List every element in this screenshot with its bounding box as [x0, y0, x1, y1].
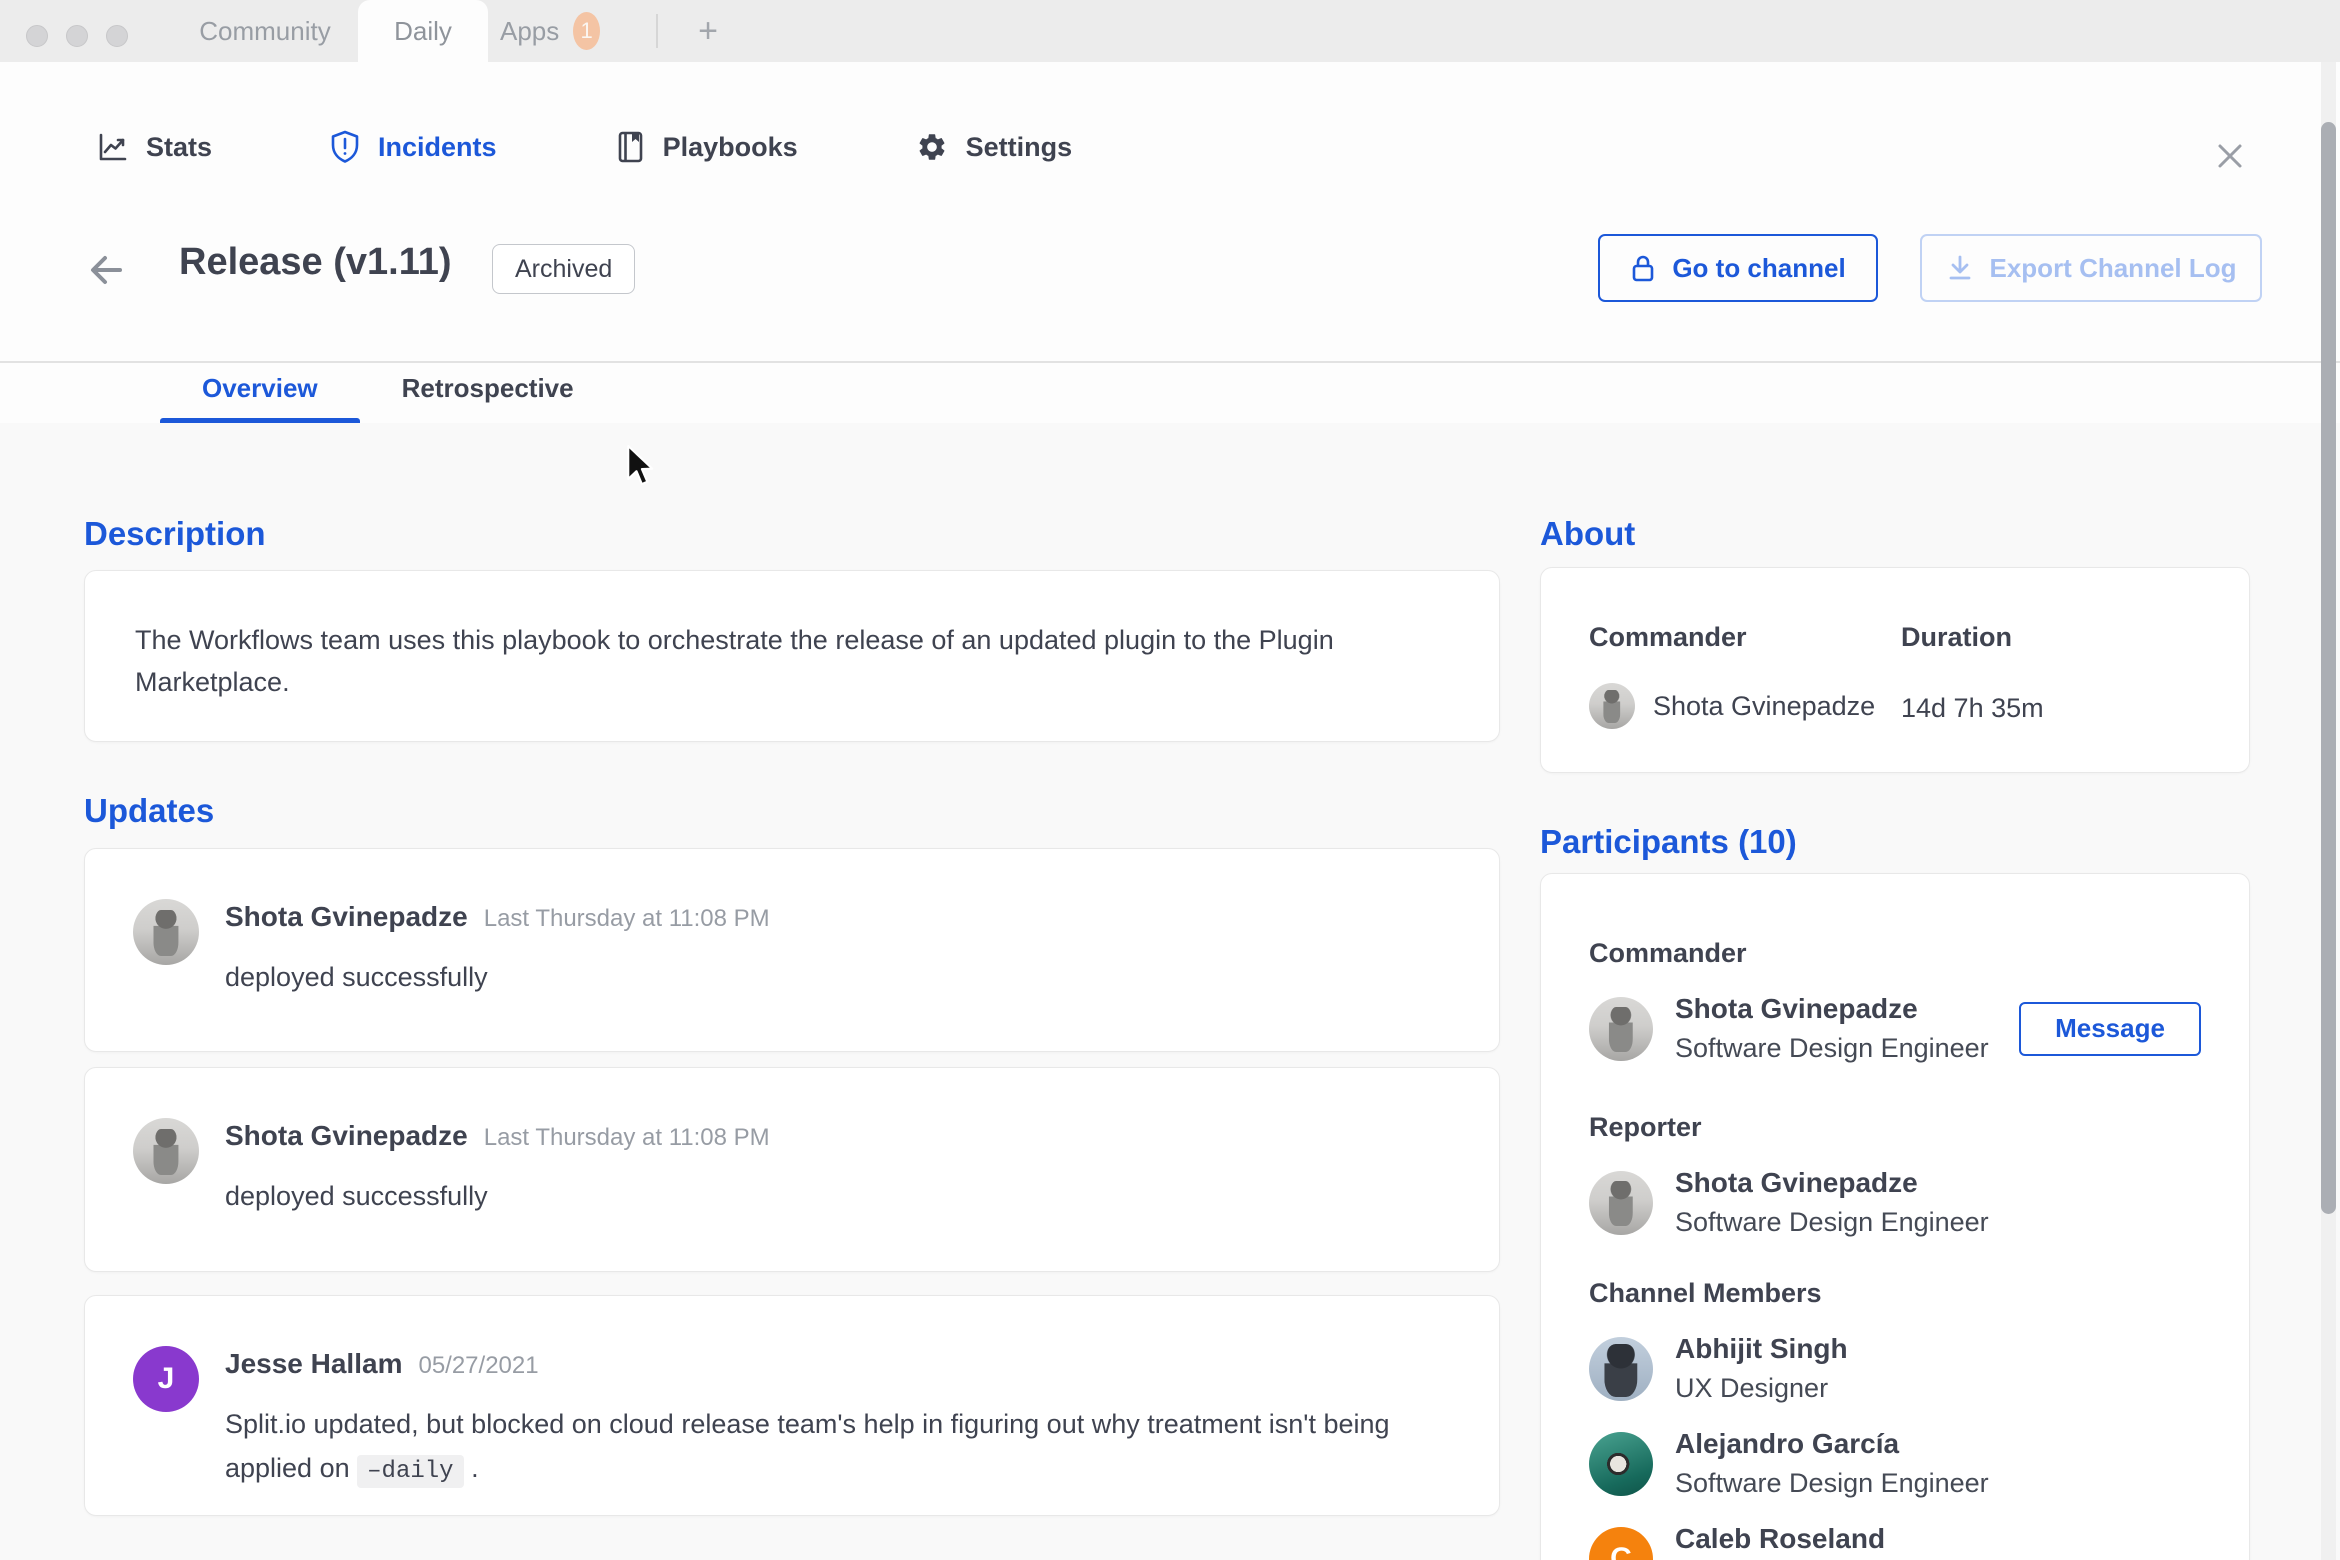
lock-icon: [1630, 253, 1656, 283]
participant-name: Alejandro García: [1675, 1428, 1900, 1459]
tab-retrospective[interactable]: Retrospective: [360, 345, 616, 423]
participant-name: Abhijit Singh: [1675, 1333, 1848, 1364]
window-zoom-light[interactable]: [106, 25, 128, 47]
commander-label: Commander: [1589, 622, 1747, 652]
participant-row: Abhijit Singh UX Designer: [1589, 1333, 2201, 1404]
nav-item-playbooks[interactable]: Playbooks: [615, 130, 798, 164]
duration-value: 14d 7h 35m: [1901, 693, 2044, 723]
inline-code: –daily: [357, 1455, 464, 1488]
avatar: [1589, 683, 1635, 729]
nav-incidents-label: Incidents: [378, 131, 497, 162]
page-title: Release (v1.11): [179, 241, 452, 283]
description-card: The Workflows team uses this playbook to…: [84, 570, 1500, 742]
channel-members-label: Channel Members: [1589, 1278, 1822, 1308]
update-message: Split.io updated, but blocked on cloud r…: [225, 1402, 1451, 1494]
window-minimize-light[interactable]: [66, 25, 88, 47]
update-author: Jesse Hallam: [225, 1348, 403, 1379]
update-card: Shota Gvinepadze Last Thursday at 11:08 …: [84, 1067, 1500, 1272]
nav-settings-label: Settings: [965, 131, 1073, 162]
nav-playbooks-label: Playbooks: [662, 131, 798, 162]
update-timestamp: Last Thursday at 11:08 PM: [483, 905, 770, 932]
participant-row: Alejandro García Software Design Enginee…: [1589, 1428, 2201, 1499]
duration-label: Duration: [1901, 622, 2012, 652]
avatar: [133, 899, 199, 965]
export-channel-log-button[interactable]: Export Channel Log: [1920, 234, 2262, 302]
participant-row: Shota Gvinepadze Software Design Enginee…: [1589, 1167, 2201, 1238]
about-card: Commander Shota Gvinepadze Duration 14d …: [1540, 567, 2250, 773]
main-nav: Stats Incidents Playbooks Settings: [96, 130, 1072, 164]
avatar: [1589, 1431, 1653, 1496]
header-divider: [0, 361, 2340, 363]
participant-role: UX Designer: [1675, 1373, 1829, 1403]
update-card: J Jesse Hallam 05/27/2021 Split.io updat…: [84, 1295, 1500, 1516]
tab-divider: [656, 14, 658, 48]
book-icon: [615, 130, 645, 164]
close-icon[interactable]: [2208, 134, 2252, 178]
window-tab-bar: Community Daily Apps 1 +: [0, 0, 2340, 62]
nav-stats-label: Stats: [146, 131, 213, 162]
gear-icon: [916, 131, 948, 163]
nav-item-settings[interactable]: Settings: [916, 131, 1073, 163]
overview-content: Description The Workflows team uses this…: [0, 423, 2340, 1560]
window-controls[interactable]: [26, 25, 128, 47]
chart-line-icon: [96, 131, 128, 163]
avatar: [133, 1118, 199, 1184]
scrollbar-thumb[interactable]: [2321, 122, 2336, 1214]
participants-commander-label: Commander: [1589, 938, 1747, 968]
tab-daily[interactable]: Daily: [358, 0, 488, 62]
nav-item-incidents[interactable]: Incidents: [330, 130, 497, 164]
mouse-cursor: [626, 444, 656, 490]
title-row: Release (v1.11) Archived Go to channel E…: [0, 234, 2340, 304]
header: Stats Incidents Playbooks Settings Relea…: [0, 62, 2340, 423]
participant-role: Software Design Engineer: [1675, 1468, 1989, 1498]
avatar: [1589, 1170, 1653, 1235]
message-button[interactable]: Message: [2019, 1001, 2201, 1056]
update-message: deployed successfully: [225, 1181, 488, 1211]
update-author: Shota Gvinepadze: [225, 1120, 468, 1151]
participant-name: Caleb Roseland: [1675, 1523, 1886, 1554]
tab-apps[interactable]: Apps 1: [500, 0, 600, 62]
tab-apps-label: Apps: [500, 15, 560, 46]
incident-overview-window: Community Daily Apps 1 + Stats Incidents…: [0, 0, 2340, 1560]
participant-role: Software Design Engineer: [1675, 1207, 1989, 1237]
go-to-channel-label: Go to channel: [1672, 252, 1846, 283]
download-icon: [1946, 253, 1974, 283]
update-timestamp: Last Thursday at 11:08 PM: [483, 1124, 770, 1151]
go-to-channel-button[interactable]: Go to channel: [1598, 234, 1878, 302]
avatar: [1589, 1336, 1653, 1401]
avatar: C: [1589, 1526, 1653, 1560]
back-arrow-icon[interactable]: [84, 248, 128, 292]
participant-role: Software Design Engineer: [1675, 1033, 1989, 1063]
window-close-light[interactable]: [26, 25, 48, 47]
description-text: The Workflows team uses this playbook to…: [135, 625, 1334, 697]
description-heading: Description: [84, 515, 266, 552]
participants-heading: Participants (10): [1540, 823, 1797, 860]
update-message-text: .: [471, 1453, 479, 1483]
commander-name: Shota Gvinepadze: [1653, 690, 1876, 721]
nav-item-stats[interactable]: Stats: [96, 131, 212, 163]
avatar: J: [133, 1346, 199, 1412]
about-heading: About: [1540, 515, 1636, 552]
update-card: Shota Gvinepadze Last Thursday at 11:08 …: [84, 848, 1500, 1052]
shield-alert-icon: [330, 130, 360, 164]
status-badge: Archived: [492, 244, 636, 294]
apps-count-badge: 1: [573, 12, 600, 50]
updates-heading: Updates: [84, 792, 215, 829]
tab-overview[interactable]: Overview: [160, 345, 360, 423]
view-tabs: Overview Retrospective: [160, 345, 616, 423]
avatar: [1589, 996, 1653, 1061]
update-author: Shota Gvinepadze: [225, 901, 468, 932]
participant-name: Shota Gvinepadze: [1675, 993, 1918, 1024]
participant-row: C Caleb Roseland Software Design Enginee…: [1589, 1523, 2201, 1560]
participants-reporter-label: Reporter: [1589, 1112, 1702, 1142]
update-message: deployed successfully: [225, 962, 488, 992]
update-timestamp: 05/27/2021: [418, 1352, 539, 1379]
export-channel-log-label: Export Channel Log: [1989, 252, 2237, 283]
new-tab-button[interactable]: +: [682, 0, 734, 62]
participants-card: Commander Shota Gvinepadze Software Desi…: [1540, 873, 2250, 1560]
tab-community[interactable]: Community: [195, 0, 335, 62]
participant-row: Shota Gvinepadze Software Design Enginee…: [1589, 993, 2201, 1064]
participant-name: Shota Gvinepadze: [1675, 1167, 1918, 1198]
